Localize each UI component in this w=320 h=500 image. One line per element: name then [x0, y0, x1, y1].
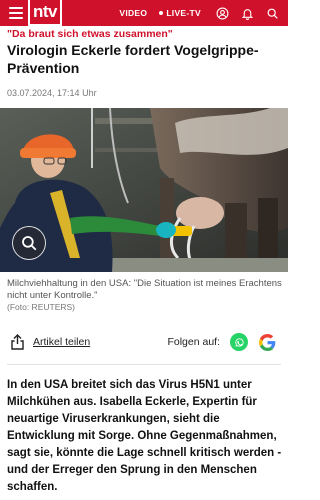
search-icon — [267, 8, 278, 19]
image-zoom-button[interactable] — [12, 226, 46, 260]
article-lead-paragraph: In den USA breitet sich das Virus H5N1 u… — [7, 379, 282, 493]
image-credit: (Foto: REUTERS) — [7, 302, 76, 312]
nav-video-label: VIDEO — [119, 8, 148, 18]
nav-live-tv-link[interactable]: LIVE-TV — [159, 8, 201, 18]
article-kicker: "Da braut sich etwas zusammen" — [7, 28, 173, 40]
ntv-logo[interactable]: ntv — [28, 0, 62, 26]
share-icon[interactable] — [10, 334, 24, 350]
search-button[interactable] — [263, 0, 281, 26]
follow-label: Folgen auf: — [167, 336, 220, 348]
whatsapp-icon[interactable] — [230, 333, 248, 351]
top-navigation-bar: ntv VIDEO LIVE-TV — [0, 0, 288, 26]
menu-button[interactable] — [4, 0, 28, 26]
article-headline: Virologin Eckerle fordert Vogelgrippe-Pr… — [7, 42, 259, 76]
bell-icon — [241, 8, 253, 20]
live-dot-icon — [159, 11, 164, 15]
nav-video-link[interactable]: VIDEO — [119, 8, 147, 18]
menu-icon-bar — [9, 12, 23, 14]
user-icon — [216, 7, 228, 19]
logo-text: ntv — [33, 2, 58, 21]
image-caption: Milchviehhaltung in den USA: "Die Situat… — [7, 278, 282, 301]
share-follow-row: Artikel teilen Folgen auf: — [0, 330, 288, 354]
menu-icon-bar — [9, 7, 23, 9]
share-article-link[interactable]: Artikel teilen — [33, 336, 90, 348]
notifications-button[interactable] — [238, 0, 256, 26]
magnifier-icon — [22, 236, 37, 251]
google-news-icon[interactable] — [258, 333, 276, 351]
article-date: 03.07.2024, 17:14 Uhr — [7, 88, 97, 98]
nav-live-label: LIVE-TV — [166, 8, 201, 18]
divider — [7, 364, 281, 365]
menu-icon-bar — [9, 17, 23, 19]
account-button[interactable] — [213, 0, 231, 26]
